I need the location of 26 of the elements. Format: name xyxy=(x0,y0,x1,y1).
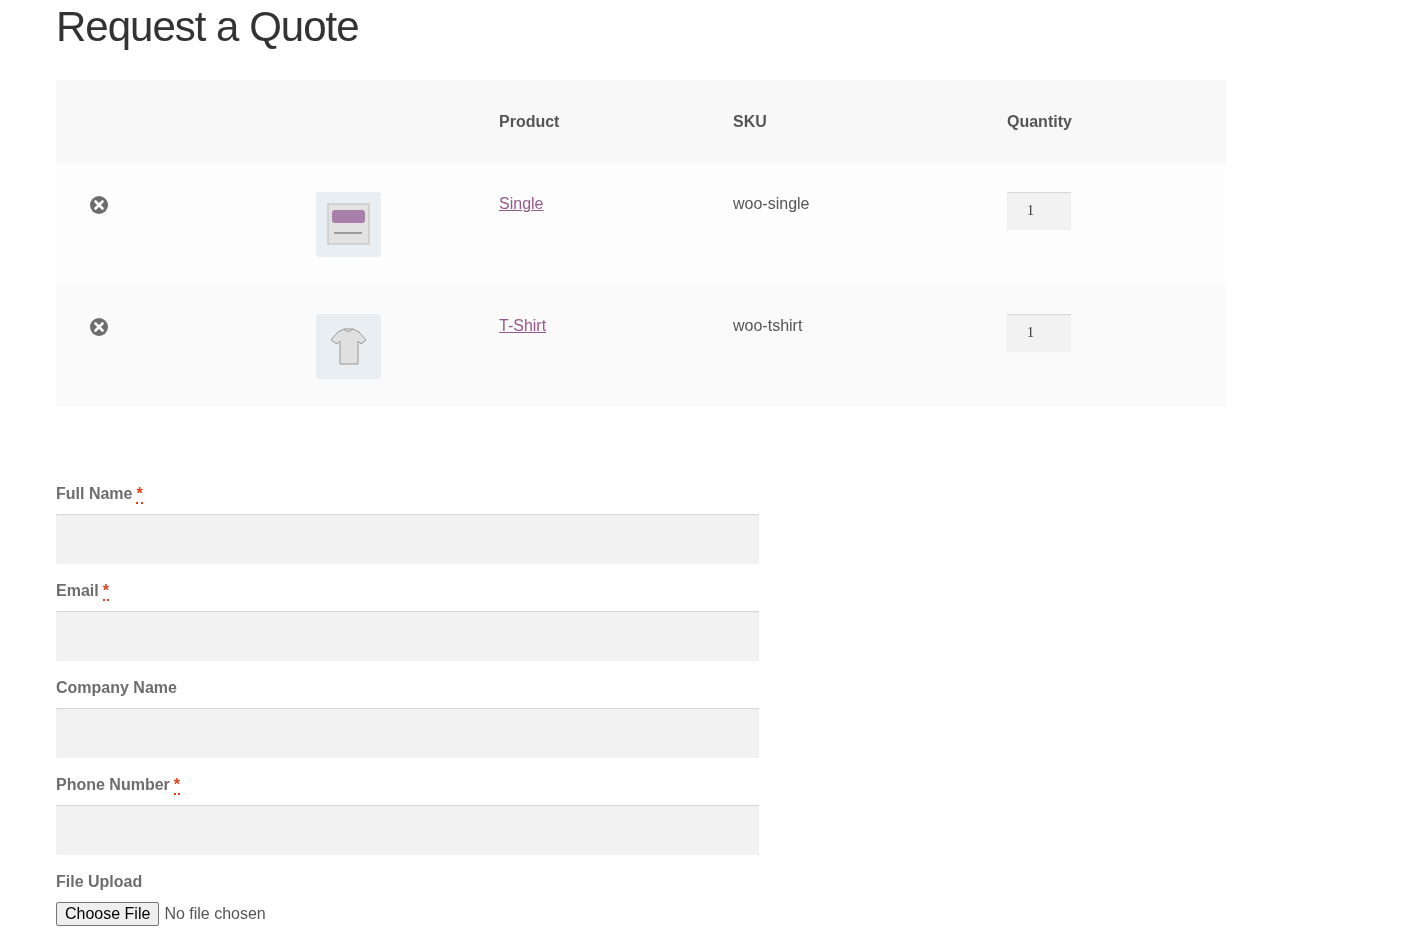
field-label: Full Name xyxy=(56,485,133,502)
input-field[interactable] xyxy=(56,708,759,758)
page-title: Request a Quote xyxy=(56,2,360,52)
product-link[interactable]: Single xyxy=(499,195,544,213)
file-status: No file chosen xyxy=(164,905,266,923)
column-header: Product xyxy=(499,112,560,130)
quantity-field[interactable]: 1 xyxy=(1007,314,1071,352)
column-header: SKU xyxy=(733,112,767,130)
input-field[interactable] xyxy=(56,514,759,564)
input-field[interactable] xyxy=(56,611,759,661)
field-label: Company Name xyxy=(56,679,177,696)
column-header: Quantity xyxy=(1007,112,1072,130)
required-mark: * xyxy=(136,485,143,504)
remove-icon[interactable] xyxy=(90,196,108,214)
product-link[interactable]: T-Shirt xyxy=(499,317,547,335)
sku-text: woo-single xyxy=(733,195,810,213)
field-label: File Upload xyxy=(56,873,143,890)
remove-icon[interactable] xyxy=(90,318,108,336)
field-label: Phone Number xyxy=(56,776,170,793)
input-field[interactable] xyxy=(56,805,759,855)
quantity-field[interactable]: 1 xyxy=(1007,192,1071,230)
required-mark: * xyxy=(173,776,181,795)
required-mark: * xyxy=(102,582,109,601)
field-label: Email xyxy=(56,582,99,599)
sku-text: woo-tshirt xyxy=(733,317,803,335)
choose-file-button[interactable]: Choose File xyxy=(56,902,160,926)
